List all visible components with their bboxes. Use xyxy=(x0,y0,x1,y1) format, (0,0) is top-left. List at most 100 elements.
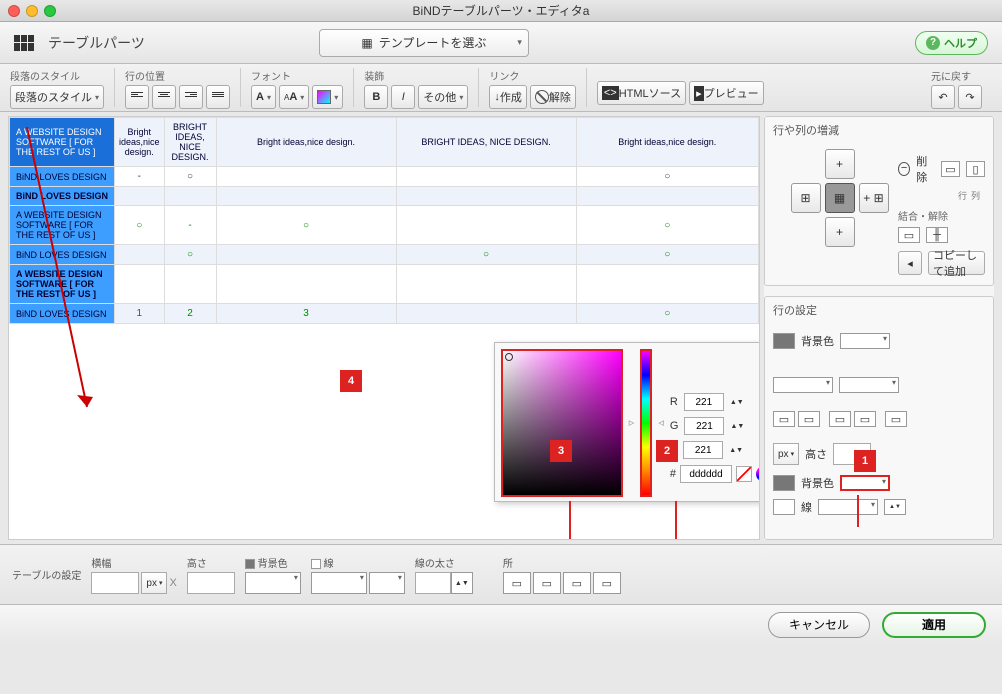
row-header[interactable]: BiND LOVES DESIGN xyxy=(10,245,115,265)
table-cell[interactable]: ○ xyxy=(576,304,758,324)
table-border-color-button[interactable] xyxy=(311,572,367,594)
table-cell[interactable] xyxy=(396,167,576,187)
header-cell[interactable]: BRIGHT IDEAS, NICE DESIGN. xyxy=(164,118,216,167)
table-cell[interactable] xyxy=(164,187,216,206)
border-none-button[interactable]: ▭ xyxy=(885,411,907,427)
table-cell[interactable]: 1 xyxy=(115,304,165,324)
stepper-icon[interactable]: ▲▼ xyxy=(730,423,744,430)
table-cell[interactable] xyxy=(115,265,165,304)
choose-template-button[interactable]: ▦ テンプレートを選ぶ ▾ xyxy=(319,29,529,57)
table-cell[interactable]: ○ xyxy=(576,206,758,245)
height-unit-select[interactable]: px▾ xyxy=(773,443,799,465)
header-cell[interactable]: Bright ideas,nice design. xyxy=(216,118,396,167)
table-cell[interactable]: 2 xyxy=(164,304,216,324)
table-cell[interactable]: ○ xyxy=(396,245,576,265)
paragraph-style-button[interactable]: 段落のスタイル xyxy=(10,85,104,109)
zoom-icon[interactable] xyxy=(44,5,56,17)
g-input[interactable] xyxy=(684,417,724,435)
table-cell[interactable] xyxy=(115,187,165,206)
table-cell[interactable]: ○ xyxy=(164,167,216,187)
pos-opt-button[interactable]: ▭ xyxy=(503,572,531,594)
editable-table[interactable]: A WEBSITE DESIGN SOFTWARE [ FOR THE REST… xyxy=(9,117,759,324)
split-button[interactable]: ╫ xyxy=(926,227,948,243)
pos-opt-button[interactable]: ▭ xyxy=(533,572,561,594)
bgcolor-picker-button[interactable] xyxy=(840,333,890,349)
table-cell[interactable] xyxy=(216,167,396,187)
merge-button[interactable]: ▭ xyxy=(898,227,920,243)
minimize-icon[interactable] xyxy=(26,5,38,17)
table-cell[interactable] xyxy=(576,187,758,206)
copy-add-left-button[interactable]: ◂ xyxy=(898,251,922,275)
apply-button[interactable]: 適用 xyxy=(882,612,986,638)
delete-row-button[interactable]: ▭ xyxy=(941,161,960,177)
table-cell[interactable]: ○ xyxy=(164,245,216,265)
border-top-button[interactable]: ▭ xyxy=(829,411,851,427)
header-cell[interactable]: Bright ideas,nice design. xyxy=(576,118,758,167)
bgcolor2-picker-button[interactable] xyxy=(840,475,890,491)
table-cell[interactable] xyxy=(164,265,216,304)
row-header[interactable]: BiND LOVES DESIGN xyxy=(10,187,115,206)
hue-slider[interactable] xyxy=(640,349,652,497)
table-height-input[interactable] xyxy=(187,572,235,594)
add-row-below-button[interactable]: + xyxy=(825,217,855,247)
cancel-button[interactable]: キャンセル xyxy=(768,612,870,638)
table-cell[interactable]: ○ xyxy=(115,206,165,245)
font-color-button[interactable] xyxy=(312,85,343,109)
italic-button[interactable]: I xyxy=(391,85,415,109)
r-input[interactable] xyxy=(684,393,724,411)
table-cell[interactable] xyxy=(396,206,576,245)
swatch-button[interactable] xyxy=(839,377,899,393)
bold-button[interactable]: B xyxy=(364,85,388,109)
copy-add-button[interactable]: コピーして追加 xyxy=(928,251,985,275)
html-source-button[interactable]: <>HTMLソース xyxy=(597,81,686,105)
stepper-icon[interactable]: ▲▼ xyxy=(884,499,906,515)
table-border-style-button[interactable] xyxy=(369,572,405,594)
border-width-input[interactable] xyxy=(415,572,451,594)
help-button[interactable]: ? ヘルプ xyxy=(915,31,988,55)
table-cell[interactable] xyxy=(216,187,396,206)
preview-button[interactable]: ▸プレビュー xyxy=(689,81,764,105)
color-wheel-icon[interactable] xyxy=(756,466,760,482)
table-cell[interactable] xyxy=(396,304,576,324)
link-create-button[interactable]: ↓作成 xyxy=(489,85,527,109)
table-cell[interactable] xyxy=(115,245,165,265)
add-col-right-button[interactable]: + ⊞ xyxy=(859,183,889,213)
header-cell[interactable]: Bright ideas,nice design. xyxy=(115,118,165,167)
saturation-value-area[interactable] xyxy=(501,349,623,497)
add-row-above-button[interactable]: + xyxy=(825,149,855,179)
stepper-icon[interactable]: ▲▼ xyxy=(451,572,473,594)
swatch-button[interactable] xyxy=(773,377,833,393)
table-cell[interactable] xyxy=(576,265,758,304)
border-all-button[interactable]: ▭ xyxy=(773,411,795,427)
table-cell[interactable]: ○ xyxy=(576,167,758,187)
table-width-input[interactable] xyxy=(91,572,139,594)
font-size-button[interactable]: AA xyxy=(279,85,309,109)
other-decoration-button[interactable]: その他 xyxy=(418,85,468,109)
close-icon[interactable] xyxy=(8,5,20,17)
table-cell[interactable]: - xyxy=(164,206,216,245)
table-cell[interactable]: 3 xyxy=(216,304,396,324)
row-header[interactable]: A WEBSITE DESIGN SOFTWARE [ FOR THE REST… xyxy=(10,265,115,304)
header-cell[interactable]: A WEBSITE DESIGN SOFTWARE [ FOR THE REST… xyxy=(10,118,115,167)
table-cell[interactable] xyxy=(216,265,396,304)
width-unit-select[interactable]: px▾ xyxy=(141,572,167,594)
row-header[interactable]: BiND LOVES DESIGN xyxy=(10,304,115,324)
stepper-icon[interactable]: ▲▼ xyxy=(729,447,743,454)
table-cell[interactable] xyxy=(216,245,396,265)
align-right-button[interactable] xyxy=(179,85,203,109)
undo-button[interactable]: ↶ xyxy=(931,85,955,109)
table-bgcolor-button[interactable] xyxy=(245,572,301,594)
table-cell[interactable]: ○ xyxy=(576,245,758,265)
table-canvas[interactable]: A WEBSITE DESIGN SOFTWARE [ FOR THE REST… xyxy=(8,116,760,540)
border-picker-button[interactable] xyxy=(818,499,878,515)
row-header[interactable]: A WEBSITE DESIGN SOFTWARE [ FOR THE REST… xyxy=(10,206,115,245)
border-bottom-button[interactable]: ▭ xyxy=(854,411,876,427)
redo-button[interactable]: ↷ xyxy=(958,85,982,109)
font-family-button[interactable]: A xyxy=(251,85,276,109)
table-cell[interactable] xyxy=(396,187,576,206)
color-picker[interactable]: ▹ ◃ R▲▼ G▲▼ B▲▼ # xyxy=(494,342,760,502)
table-cell[interactable]: - xyxy=(115,167,165,187)
row-header[interactable]: BiND LOVES DESIGN xyxy=(10,167,115,187)
link-release-button[interactable]: 解除 xyxy=(530,85,576,109)
align-center-button[interactable] xyxy=(152,85,176,109)
